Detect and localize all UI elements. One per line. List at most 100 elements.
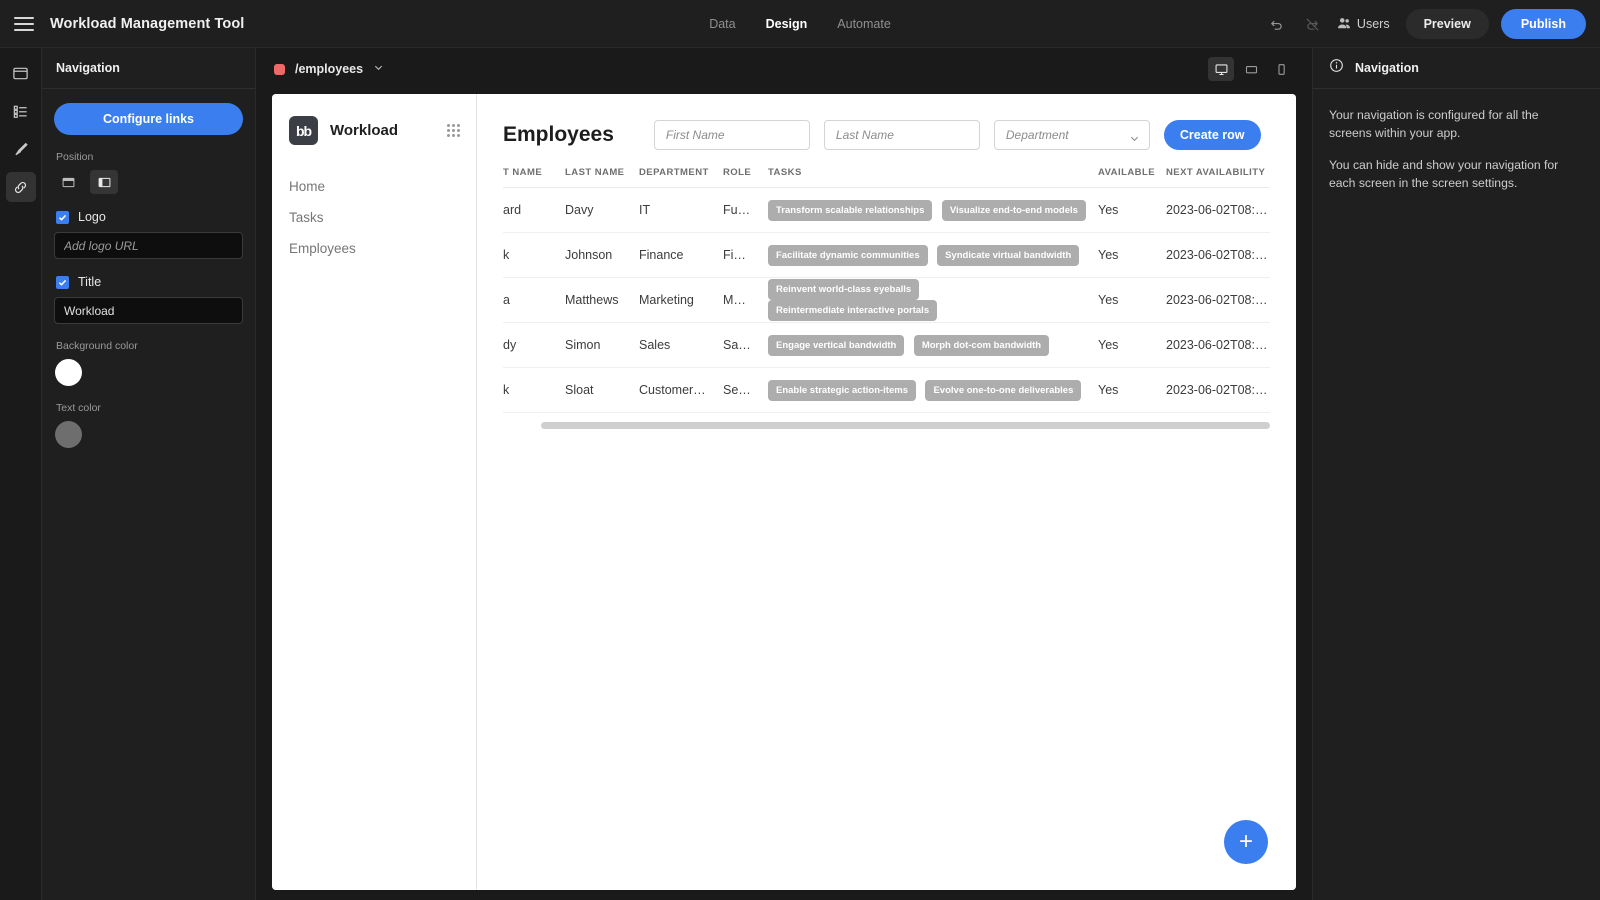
title-checkbox[interactable] [56,275,69,289]
table-row[interactable]: dy Simon Sales Sa… Engage vertical bandw… [503,322,1270,368]
redo-disabled-icon[interactable] [1301,12,1325,36]
tablet-icon[interactable] [1238,57,1264,81]
rail-item-screens[interactable] [6,58,36,88]
screen-selector[interactable]: /employees [274,60,384,78]
task-tag: Evolve one-to-one deliverables [925,379,1082,401]
cell-department-text: Marketing [639,293,694,307]
table-row[interactable]: k Sloat Customer… Se… Enable strategic a… [503,367,1270,413]
table-row[interactable]: a Matthews Marketing M… Reinvent world-c… [503,277,1270,323]
preview-button[interactable]: Preview [1405,9,1489,39]
cell-department-text: Finance [639,248,684,262]
cell-tasks: Engage vertical bandwidth Morph dot-com … [768,322,1098,368]
tab-automate[interactable]: Automate [835,13,893,35]
task-tag: Syndicate virtual bandwidth [937,244,1080,266]
users-icon [1337,16,1351,33]
app-root: Workload Management Tool Data Design Aut… [0,0,1600,900]
app-nav-item-home[interactable]: Home [272,171,476,202]
device-toggle-group [1208,48,1294,90]
cell-next-availability: 2023-06-02T08:… [1166,367,1270,413]
cell-first-name: dy [503,322,565,368]
cell-role: Sa… [723,322,768,368]
tab-design[interactable]: Design [764,13,810,35]
app-title: Workload Management Tool [50,15,245,32]
rail-item-components[interactable] [6,96,36,126]
text-color-swatch[interactable] [55,421,82,448]
app-side-nav: bb Workload Home Tasks Employees [272,94,477,890]
app-main-content: Employees Department Create row [477,94,1296,890]
last-name-filter-input[interactable] [823,120,980,150]
cell-role: Se… [723,367,768,413]
table-horizontal-scrollbar[interactable] [503,422,1270,429]
hamburger-icon[interactable] [14,16,34,31]
logo-label: Logo [78,210,106,224]
logo-url-input[interactable] [54,232,243,259]
col-header-available[interactable]: AVAILABLE [1098,167,1166,188]
cell-department-text: Sales [639,338,671,352]
col-header-tasks[interactable]: TASKS [768,167,1098,188]
cell-role: Fu… [723,187,768,233]
table-row[interactable]: ard Davy IT Fu… Transform scalable relat… [503,187,1270,233]
scrollbar-thumb[interactable] [541,422,1270,429]
table-head: T NAME LAST NAME DEPARTMENT ROLE TASKS A… [503,167,1270,188]
publish-button[interactable]: Publish [1500,9,1586,39]
right-panel-body: Your navigation is configured for all th… [1313,89,1600,226]
users-label: Users [1356,17,1390,31]
nav-title-input[interactable] [54,297,243,324]
cell-next-availability: 2023-06-02T08:… [1166,277,1270,323]
canvas-toolbar: /employees [256,48,1312,90]
department-filter-select[interactable]: Department [993,120,1150,150]
cell-role: M… [723,277,768,323]
employees-header: Employees Department Create row [477,94,1296,150]
cell-department: Finance [639,232,723,278]
rail-item-theme[interactable] [6,134,36,164]
employees-table: T NAME LAST NAME DEPARTMENT ROLE TASKS A… [503,167,1270,413]
app-nav-item-tasks[interactable]: Tasks [272,202,476,233]
add-row-fab[interactable]: + [1224,820,1268,864]
right-panel-title: Navigation [1355,61,1419,75]
cell-last-name: Sloat [565,367,639,413]
right-info-panel: Navigation Your navigation is configured… [1312,48,1600,900]
position-toggle-group [54,170,243,194]
nav-top-icon[interactable] [54,170,82,194]
mobile-icon[interactable] [1268,57,1294,81]
undo-icon[interactable] [1265,12,1289,36]
background-color-swatch[interactable] [55,359,82,386]
task-tag: Transform scalable relationships [768,199,933,221]
page-title: Employees [503,123,614,146]
col-header-role[interactable]: ROLE [723,167,768,188]
task-tag: Reintermediate interactive portals [768,300,938,321]
cell-first-name: a [503,277,565,323]
col-header-next-availability[interactable]: NEXT AVAILABILITY [1166,167,1270,188]
tab-data[interactable]: Data [707,13,737,35]
cell-department: IT [639,187,723,233]
cell-first-name: k [503,367,565,413]
right-panel-paragraph-2: You can hide and show your navigation fo… [1329,158,1559,191]
rail-item-navigation[interactable] [5,172,36,202]
position-label: Position [56,151,94,163]
app-nav-links: Home Tasks Employees [272,171,476,264]
first-name-filter-input[interactable] [653,120,810,150]
create-row-button[interactable]: Create row [1163,120,1261,150]
logo-checkbox-row: Logo [56,210,243,224]
app-nav-title: Workload [330,122,399,139]
desktop-icon[interactable] [1208,57,1234,81]
task-tag: Visualize end-to-end models [941,199,1086,221]
nav-left-icon[interactable] [90,170,118,194]
chevron-down-icon [373,60,384,78]
left-icon-rail [0,48,42,900]
table-row[interactable]: k Johnson Finance Fi… Facilitate dynamic… [503,232,1270,278]
task-tag: Enable strategic action-items [768,379,916,401]
configure-links-button[interactable]: Configure links [54,103,243,135]
screen-route-label: /employees [295,62,364,76]
cell-available: Yes [1098,367,1166,413]
app-nav-item-employees[interactable]: Employees [272,233,476,264]
grid-dots-icon[interactable] [447,124,460,137]
logo-checkbox[interactable] [56,210,69,224]
title-label: Title [78,275,102,289]
cell-last-name: Johnson [565,232,639,278]
col-header-last-name[interactable]: LAST NAME [565,167,639,188]
app-logo: bb [289,116,318,145]
col-header-department[interactable]: DEPARTMENT [639,167,723,188]
col-header-first-name[interactable]: T NAME [503,167,565,188]
users-button[interactable]: Users [1337,16,1390,33]
